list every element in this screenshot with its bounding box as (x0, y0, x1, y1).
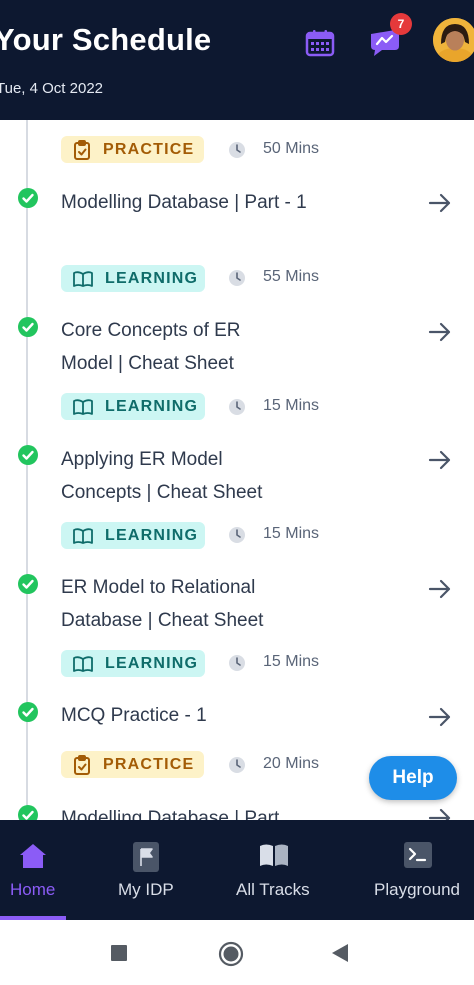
duration-text: 50 Mins (263, 140, 320, 157)
nav-label: My IDP (118, 880, 174, 899)
arrow-right-icon[interactable] (428, 193, 452, 213)
notification-badge: 7 (390, 13, 412, 35)
book-icon (73, 270, 93, 287)
learning-tag: LEARNING (61, 522, 205, 549)
duration-text: 15 Mins (263, 525, 320, 542)
book-icon (73, 655, 93, 672)
clock-icon (229, 399, 245, 415)
completed-check-icon (18, 702, 38, 722)
clock-icon (229, 142, 245, 158)
clock-icon (229, 655, 245, 671)
completed-check-icon (18, 805, 38, 820)
arrow-right-icon[interactable] (428, 808, 452, 820)
flag-icon (133, 842, 159, 872)
duration-text: 20 Mins (263, 755, 320, 772)
nav-label: Home (10, 880, 56, 899)
duration-text: 15 Mins (263, 653, 320, 670)
page-title: Your Schedule (0, 22, 212, 57)
item-title[interactable]: ER Model to Relational Database | Cheat … (61, 571, 291, 637)
tag-label: LEARNING (105, 397, 199, 415)
completed-check-icon (18, 188, 38, 208)
duration-text: 15 Mins (263, 397, 320, 414)
book-icon (260, 844, 288, 866)
arrow-right-icon[interactable] (428, 579, 452, 599)
nav-label: All Tracks (236, 880, 310, 899)
arrow-right-icon[interactable] (428, 707, 452, 727)
tag-label: PRACTICE (103, 755, 195, 773)
nav-label: Playground (374, 880, 461, 899)
app-header: Your Schedule Tue, 4 Oct 2022 7 (0, 0, 474, 120)
schedule-list[interactable]: PRACTICE 50 Mins Modelling Database | Pa… (0, 120, 474, 820)
nav-item-all-tracks[interactable]: All Tracks (228, 820, 328, 920)
avatar[interactable] (433, 18, 474, 62)
tag-label: PRACTICE (103, 140, 195, 158)
item-title[interactable]: Applying ER Model Concepts | Cheat Sheet (61, 443, 291, 509)
clock-icon (229, 527, 245, 543)
arrow-right-icon[interactable] (428, 322, 452, 342)
completed-check-icon (18, 445, 38, 465)
clock-icon (229, 757, 245, 773)
practice-tag: PRACTICE (61, 751, 204, 778)
practice-tag: PRACTICE (61, 136, 204, 163)
home-icon (20, 844, 46, 868)
schedule-date: Tue, 4 Oct 2022 (0, 80, 104, 97)
clipboard-icon (74, 754, 90, 775)
bottom-nav: Home My IDP All Tracks Playground (0, 820, 474, 920)
tag-label: LEARNING (105, 654, 199, 672)
learning-tag: LEARNING (61, 265, 205, 292)
calendar-icon[interactable] (305, 29, 335, 57)
item-title[interactable]: MCQ Practice - 1 (61, 699, 391, 732)
item-title[interactable]: Modelling Database | Part (61, 802, 391, 820)
duration-text: 55 Mins (263, 268, 320, 285)
completed-check-icon (18, 317, 38, 337)
nav-item-home[interactable]: Home (0, 820, 66, 920)
home-circle-icon[interactable] (218, 941, 244, 967)
learning-tag: LEARNING (61, 650, 205, 677)
book-icon (73, 398, 93, 415)
tag-label: LEARNING (105, 526, 199, 544)
system-nav-bar (0, 920, 474, 985)
clipboard-icon (74, 139, 90, 160)
help-button[interactable]: Help (369, 756, 457, 800)
nav-item-my-idp[interactable]: My IDP (100, 820, 200, 920)
learning-tag: LEARNING (61, 393, 205, 420)
item-title[interactable]: Core Concepts of ER Model | Cheat Sheet (61, 314, 281, 380)
terminal-icon (404, 842, 432, 868)
arrow-right-icon[interactable] (428, 450, 452, 470)
recents-icon[interactable] (110, 944, 128, 962)
item-title[interactable]: Modelling Database | Part - 1 (61, 186, 311, 219)
back-icon[interactable] (331, 943, 349, 963)
schedule-screen: Your Schedule Tue, 4 Oct 2022 7 PRACTICE… (0, 0, 474, 985)
clock-icon (229, 270, 245, 286)
completed-check-icon (18, 574, 38, 594)
tag-label: LEARNING (105, 269, 199, 287)
nav-item-playground[interactable]: Playground (370, 820, 474, 920)
book-icon (73, 527, 93, 544)
